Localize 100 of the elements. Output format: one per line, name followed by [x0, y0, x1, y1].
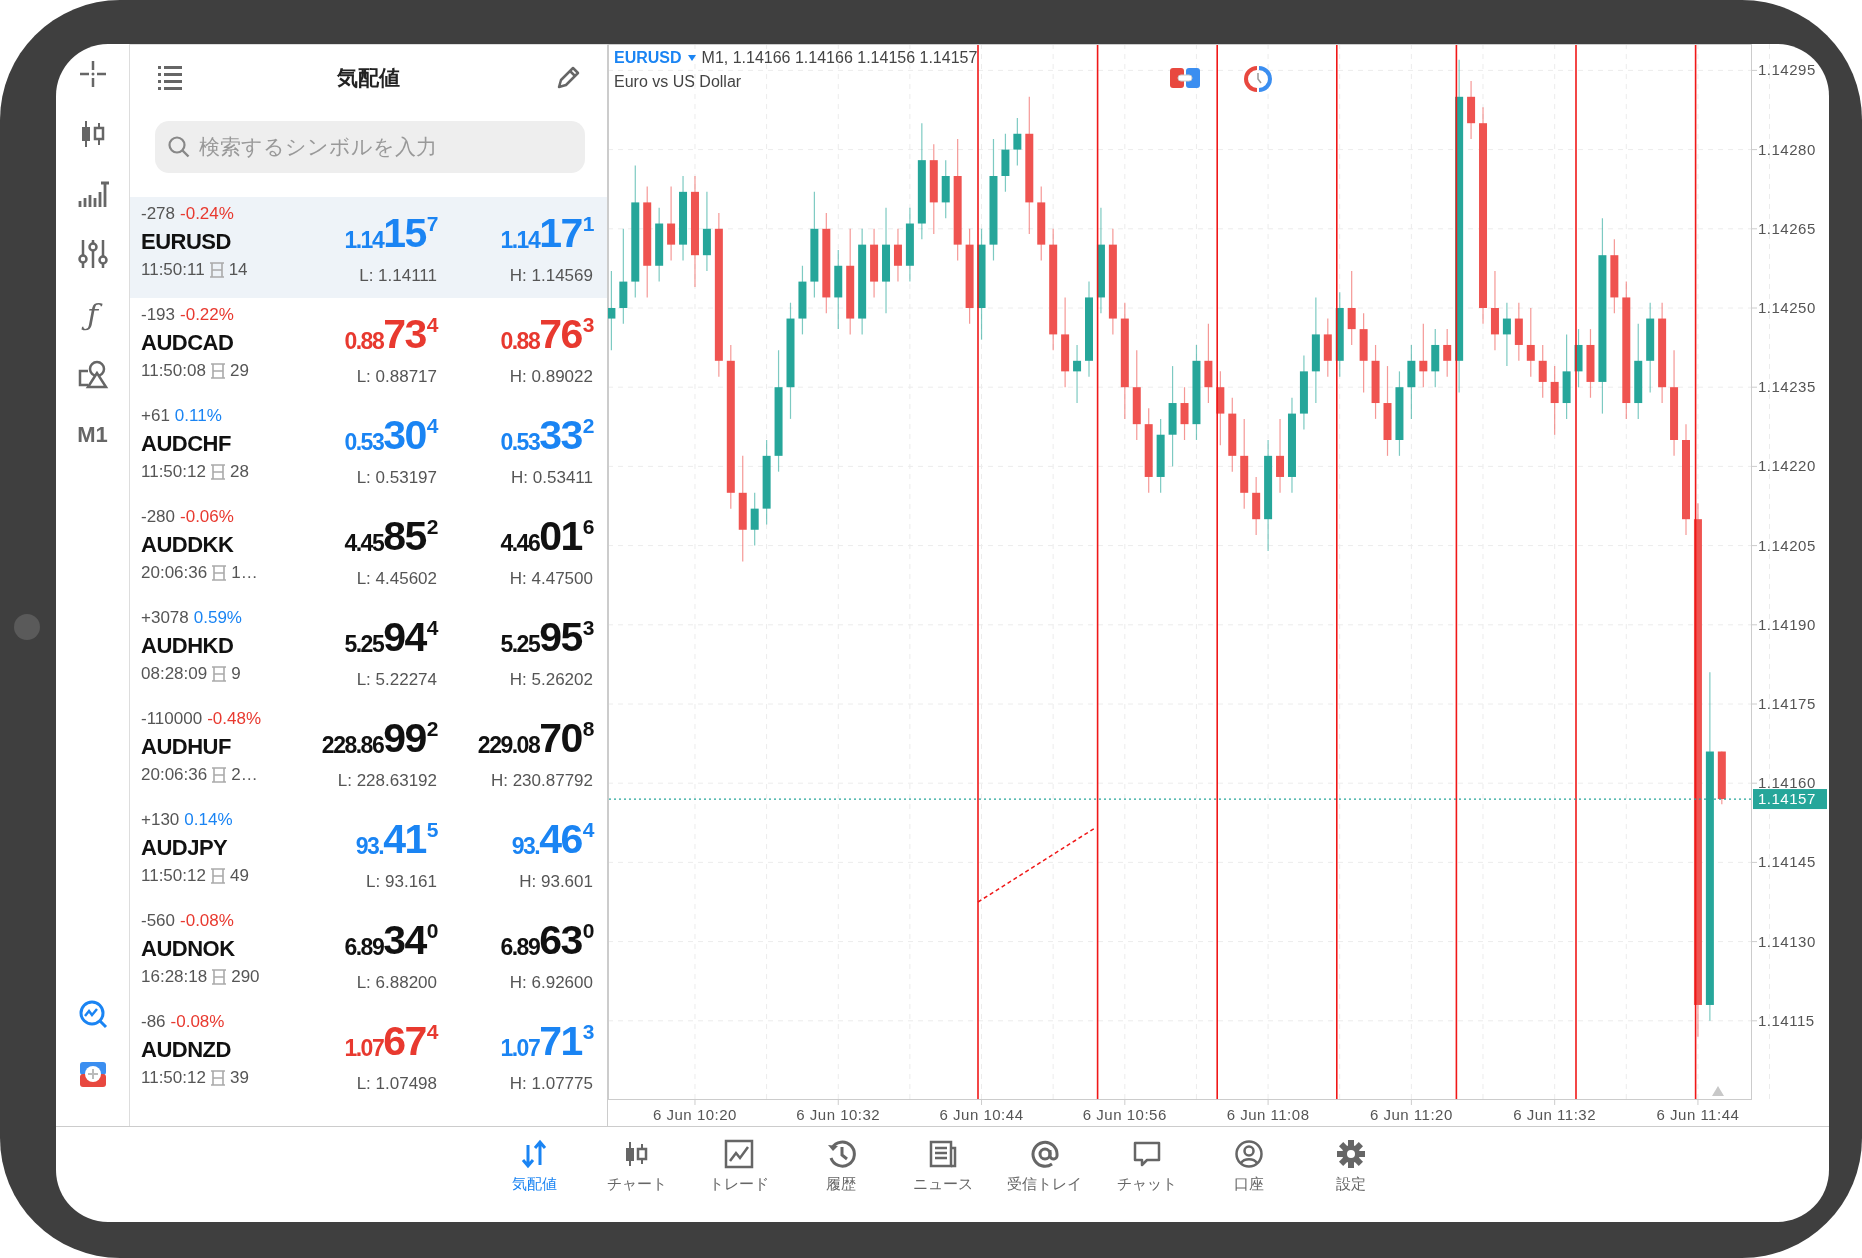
panel-title: 気配値	[337, 65, 400, 92]
symbol-description: Euro vs US Dollar	[614, 72, 743, 92]
timeframe-button[interactable]: M1	[77, 417, 108, 451]
time-text: 20:06:36	[141, 562, 208, 584]
add-window-icon[interactable]	[78, 1060, 107, 1088]
nav-tab[interactable]: 受信トレイ	[993, 1127, 1096, 1222]
symbol-name: AUDCHF	[141, 430, 232, 458]
nav-tab[interactable]: チャート	[585, 1127, 688, 1222]
time-text: 20:06:36	[141, 764, 208, 786]
candle	[1419, 323, 1428, 388]
spread-icon	[207, 261, 226, 279]
nav-tab[interactable]: 設定	[1299, 1127, 1402, 1222]
candle	[1550, 365, 1559, 436]
price-axis-label: 1.14235	[1758, 378, 1816, 396]
one-click-trading-icon[interactable]	[1170, 66, 1200, 90]
change-percent-text: -0.08%	[180, 911, 234, 930]
candle	[1180, 386, 1189, 441]
change-points-text: -86	[141, 1012, 166, 1031]
change-points-text: +3078	[141, 608, 189, 627]
high-price-text: H: 1.07775	[509, 1073, 593, 1095]
time-axis-label: 6 Jun 10:44	[939, 1106, 1024, 1123]
spread-icon	[210, 665, 229, 683]
search-field[interactable]: 検索するシンボルを入力	[155, 121, 585, 173]
spread-text: 9	[231, 663, 241, 685]
low-price-text: L: 6.88200	[356, 972, 437, 994]
symbol-selector[interactable]: EURUSD	[614, 46, 682, 70]
low-price-text: L: 93.161	[366, 871, 437, 893]
symbol-name: AUDJPY	[141, 834, 229, 862]
price-axis-label: 1.14265	[1758, 219, 1816, 237]
vertical-line[interactable]	[1336, 44, 1338, 1100]
symbol-name: EURUSD	[141, 228, 232, 256]
change-points-text: -280	[141, 507, 176, 526]
low-price-text: L: 1.07498	[356, 1073, 437, 1095]
line-chart-icon	[723, 1139, 754, 1169]
spread-text: 39	[229, 1067, 249, 1089]
time-text: 11:50:12	[141, 865, 206, 887]
nav-tab[interactable]: ニュース	[891, 1127, 994, 1222]
change-percent-text: -0.24%	[180, 204, 234, 223]
change-points-text: -278	[141, 204, 176, 223]
scroll-marker-icon[interactable]	[1712, 1086, 1724, 1096]
high-price-text: H: 0.53411	[511, 467, 593, 489]
function-button[interactable]: ƒ	[78, 291, 107, 337]
nav-tab[interactable]: チャット	[1095, 1127, 1198, 1222]
nav-tab[interactable]: トレード	[687, 1127, 790, 1222]
change-percent-text: -0.48%	[207, 709, 261, 728]
spread-text: 14	[228, 259, 248, 281]
time-text: 11:50:12	[141, 1067, 206, 1089]
chat-bubble-icon	[1131, 1139, 1162, 1169]
time-text: 16:28:18	[141, 966, 208, 988]
crosshair-icon[interactable]	[77, 59, 108, 89]
time-text: 11:50:08	[141, 360, 206, 382]
spread-icon	[208, 1069, 227, 1087]
high-price-text: H: 6.92600	[509, 972, 593, 994]
low-price-text: L: 0.88717	[356, 366, 437, 388]
vertical-line[interactable]	[1455, 44, 1458, 1100]
change-percent-text: 0.59%	[193, 608, 242, 627]
change-points-text: +61	[141, 406, 170, 425]
time-axis-label: 6 Jun 10:20	[653, 1106, 737, 1123]
candle	[1514, 302, 1523, 362]
candle	[1574, 328, 1583, 388]
nav-tab[interactable]: 履歴	[789, 1127, 892, 1222]
change-percent-text: 0.11%	[174, 406, 222, 425]
change-points-text: -193	[141, 305, 176, 324]
price-axis-label: 1.14160	[1758, 774, 1816, 792]
vertical-line[interactable]	[1096, 44, 1099, 1100]
spread-text: 29	[229, 360, 249, 382]
spread-text: 290	[231, 966, 260, 988]
price-axis-label: 1.14115	[1758, 1011, 1815, 1029]
chart-search-icon[interactable]	[77, 999, 108, 1029]
dropdown-caret-icon[interactable]	[686, 53, 697, 63]
vertical-line[interactable]	[1694, 44, 1697, 1100]
candle	[1526, 307, 1535, 378]
spread-icon	[208, 362, 227, 380]
list-icon[interactable]	[158, 64, 182, 92]
spread-icon	[210, 968, 229, 986]
shapes-icon[interactable]	[76, 359, 109, 389]
sliders-icon[interactable]	[76, 238, 109, 270]
candle	[1467, 80, 1476, 140]
symbol-name: AUDHKD	[141, 632, 235, 660]
time-axis-label: 6 Jun 11:20	[1370, 1106, 1453, 1123]
search-icon	[167, 135, 191, 159]
high-price-text: H: 0.89022	[509, 366, 593, 388]
low-price-text: L: 5.22274	[356, 669, 437, 691]
trend-line[interactable]	[977, 827, 1096, 903]
newspaper-icon	[927, 1139, 958, 1169]
price-axis-label: 1.14280	[1758, 140, 1816, 158]
nav-tab[interactable]: 気配値	[483, 1127, 586, 1222]
nav-tab[interactable]: 口座	[1197, 1127, 1300, 1222]
clock-icon[interactable]	[1244, 66, 1272, 92]
symbol-name: AUDNOK	[141, 935, 236, 963]
symbol-name: AUDHUF	[141, 733, 232, 761]
edit-icon[interactable]	[555, 65, 581, 91]
change-percent-text: -0.08%	[170, 1012, 225, 1031]
bar-chart-icon[interactable]	[76, 179, 109, 209]
candle	[1001, 133, 1010, 193]
price-axis-label: 1.14175	[1758, 695, 1816, 712]
spread-text: 49	[229, 865, 249, 887]
spread-text: 1…	[231, 562, 258, 584]
candle	[941, 159, 950, 219]
spread-text: 28	[229, 461, 249, 483]
